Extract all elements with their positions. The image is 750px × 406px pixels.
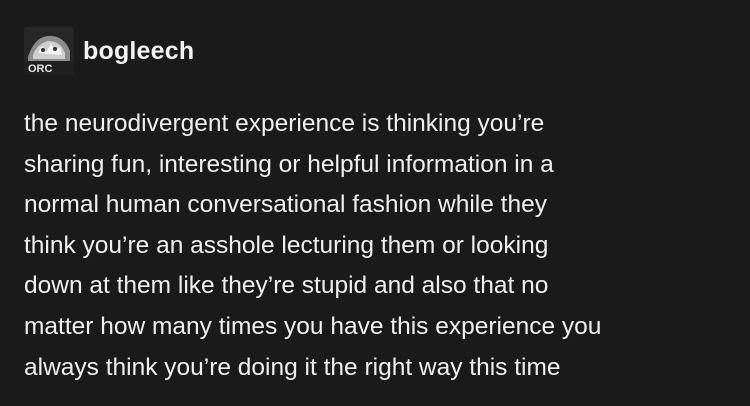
- avatar[interactable]: ORC: [24, 27, 74, 75]
- body-line-1: the neurodivergent experience is thinkin…: [24, 110, 545, 137]
- body-line-7: always think you’re doing it the right w…: [24, 353, 561, 381]
- post-header: ORC bogleech: [24, 27, 194, 75]
- avatar-icon: ORC: [24, 27, 74, 75]
- username-link[interactable]: bogleech: [83, 37, 194, 66]
- post-card: ORC bogleech the neurodivergent experien…: [0, 0, 750, 406]
- avatar-logo-text: ORC: [28, 63, 53, 75]
- post-body: the neurodivergent experience is thinkin…: [24, 104, 729, 388]
- body-line-6: matter how many times you have this expe…: [24, 312, 602, 340]
- body-line-2: sharing fun, interesting or helpful info…: [24, 150, 554, 178]
- body-line-5: down at them like they’re stupid and als…: [24, 272, 549, 300]
- body-line-3: normal human conversational fashion whil…: [24, 191, 547, 219]
- body-line-4: think you’re an asshole lecturing them o…: [24, 231, 549, 259]
